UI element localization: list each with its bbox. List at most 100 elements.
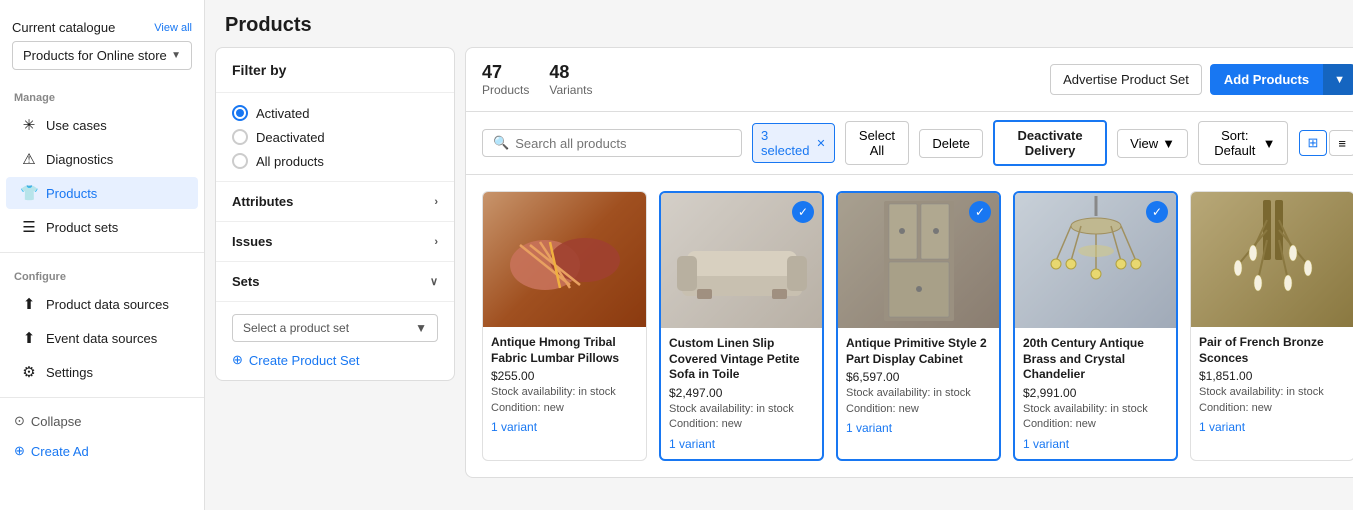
select-all-button[interactable]: Select All <box>845 121 910 165</box>
create-set-plus-icon: ⊕ <box>232 352 243 368</box>
advertise-product-set-button[interactable]: Advertise Product Set <box>1050 64 1202 95</box>
product-stock: Stock availability: in stock <box>846 386 991 401</box>
view-all-link[interactable]: View all <box>154 22 192 34</box>
products-count-label: Products <box>482 83 529 97</box>
page-header: Products <box>205 0 1353 47</box>
product-card[interactable]: ✓ <box>1013 191 1178 461</box>
sidebar-item-label: Settings <box>46 365 93 380</box>
product-sets-icon: ☰ <box>20 218 38 236</box>
sidebar-item-label: Event data sources <box>46 331 157 346</box>
list-view-button[interactable]: ≡ <box>1329 130 1353 156</box>
issues-accordion: Issues › <box>216 221 454 261</box>
sidebar-item-use-cases[interactable]: ✳ Use cases <box>6 109 198 141</box>
issues-header[interactable]: Issues › <box>216 222 454 261</box>
sofa-illustration <box>672 211 812 311</box>
product-selected-check: ✓ <box>969 201 991 223</box>
product-set-chevron-icon: ▼ <box>415 321 427 335</box>
product-image <box>1191 192 1353 327</box>
catalogue-dropdown[interactable]: Products for Online store ▼ <box>12 41 192 70</box>
sort-button[interactable]: Sort: Default ▼ <box>1198 121 1288 165</box>
sidebar: Current catalogue View all Products for … <box>0 0 205 510</box>
clear-selection-button[interactable]: ✕ <box>816 137 825 150</box>
product-condition: Condition: new <box>1023 417 1168 432</box>
product-stock: Stock availability: in stock <box>491 385 638 400</box>
products-panel: 47 Products 48 Variants Advertise Produc… <box>465 47 1353 478</box>
sidebar-item-label: Diagnostics <box>46 152 113 167</box>
sets-chevron-icon: ∨ <box>430 275 438 288</box>
sidebar-divider-2 <box>0 397 204 398</box>
product-price: $2,991.00 <box>1023 386 1168 400</box>
diagnostics-icon: ⚠ <box>20 150 38 168</box>
radio-activated-label: Activated <box>256 106 309 121</box>
create-product-set-button[interactable]: ⊕ Create Product Set <box>232 352 438 368</box>
sidebar-item-event-data-sources[interactable]: ⬆ Event data sources <box>6 322 198 354</box>
product-info: Antique Hmong Tribal Fabric Lumbar Pillo… <box>483 327 646 442</box>
variants-count-label: Variants <box>549 83 592 97</box>
sidebar-divider <box>0 252 204 253</box>
sets-label: Sets <box>232 274 259 289</box>
product-name: 20th Century Antique Brass and Crystal C… <box>1023 336 1168 383</box>
sidebar-item-settings[interactable]: ⚙ Settings <box>6 356 198 388</box>
search-input[interactable] <box>515 136 731 151</box>
issues-label: Issues <box>232 234 272 249</box>
chandelier-illustration <box>1036 196 1156 326</box>
product-stock: Stock availability: in stock <box>669 402 814 417</box>
sidebar-item-product-data-sources[interactable]: ⬆ Product data sources <box>6 288 198 320</box>
collapse-button[interactable]: ⊙ Collapse <box>0 406 204 436</box>
sidebar-item-label: Products <box>46 186 97 201</box>
attributes-header[interactable]: Attributes › <box>216 182 454 221</box>
filter-radio-section: Activated Deactivated All products <box>216 93 454 181</box>
add-products-button[interactable]: Add Products <box>1210 64 1323 95</box>
attributes-chevron-icon: › <box>434 196 438 208</box>
product-info: Pair of French Bronze Sconces $1,851.00 … <box>1191 327 1353 442</box>
sort-label: Sort: Default <box>1211 128 1259 158</box>
issues-chevron-icon: › <box>434 236 438 248</box>
product-stock: Stock availability: in stock <box>1023 402 1168 417</box>
product-card[interactable]: ✓ <box>659 191 824 461</box>
products-actions: Advertise Product Set Add Products ▼ <box>1050 64 1353 95</box>
delete-button[interactable]: Delete <box>919 129 983 158</box>
product-variant: 1 variant <box>1023 437 1168 451</box>
sidebar-item-product-sets[interactable]: ☰ Product sets <box>6 211 198 243</box>
radio-activated-circle <box>232 105 248 121</box>
page-title: Products <box>225 14 1353 37</box>
product-condition: Condition: new <box>846 402 991 417</box>
search-box[interactable]: 🔍 <box>482 129 742 157</box>
radio-all-products[interactable]: All products <box>232 153 438 169</box>
sets-header[interactable]: Sets ∨ <box>216 262 454 301</box>
product-price: $1,851.00 <box>1199 369 1346 383</box>
create-set-label: Create Product Set <box>249 353 360 368</box>
product-name: Antique Hmong Tribal Fabric Lumbar Pillo… <box>491 335 638 366</box>
radio-activated[interactable]: Activated <box>232 105 438 121</box>
sets-accordion: Sets ∨ Select a product set ▼ ⊕ Create P… <box>216 261 454 380</box>
product-card[interactable]: ✓ <box>836 191 1001 461</box>
product-price: $6,597.00 <box>846 370 991 384</box>
sets-section: Select a product set ▼ ⊕ Create Product … <box>216 301 454 380</box>
radio-deactivated[interactable]: Deactivated <box>232 129 438 145</box>
product-set-placeholder: Select a product set <box>243 321 349 335</box>
cabinet-illustration <box>869 196 969 326</box>
product-condition: Condition: new <box>1199 401 1346 416</box>
sidebar-item-diagnostics[interactable]: ⚠ Diagnostics <box>6 143 198 175</box>
grid-view-button[interactable]: ⊞ <box>1299 130 1328 156</box>
attributes-accordion: Attributes › <box>216 181 454 221</box>
product-info: Custom Linen Slip Covered Vintage Petite… <box>661 328 822 459</box>
view-chevron-icon: ▼ <box>1162 136 1175 151</box>
sidebar-item-label: Product sets <box>46 220 118 235</box>
create-ad-button[interactable]: ⊕ Create Ad <box>0 436 204 466</box>
radio-deactivated-label: Deactivated <box>256 130 325 145</box>
configure-label: Configure <box>0 261 204 287</box>
add-products-chevron-button[interactable]: ▼ <box>1323 64 1353 95</box>
product-card[interactable]: Antique Hmong Tribal Fabric Lumbar Pillo… <box>482 191 647 461</box>
filter-header: Filter by <box>216 48 454 93</box>
selected-badge: 3 selected ✕ <box>752 123 835 163</box>
stat-products: 47 Products <box>482 62 529 97</box>
product-card[interactable]: Pair of French Bronze Sconces $1,851.00 … <box>1190 191 1353 461</box>
sconces-illustration <box>1208 195 1338 325</box>
product-selected-check: ✓ <box>792 201 814 223</box>
sidebar-item-products[interactable]: 👕 Products <box>6 177 198 209</box>
sidebar-item-label: Product data sources <box>46 297 169 312</box>
deactivate-delivery-button[interactable]: Deactivate Delivery <box>993 120 1107 166</box>
view-button[interactable]: View ▼ <box>1117 129 1188 158</box>
product-set-dropdown[interactable]: Select a product set ▼ <box>232 314 438 342</box>
